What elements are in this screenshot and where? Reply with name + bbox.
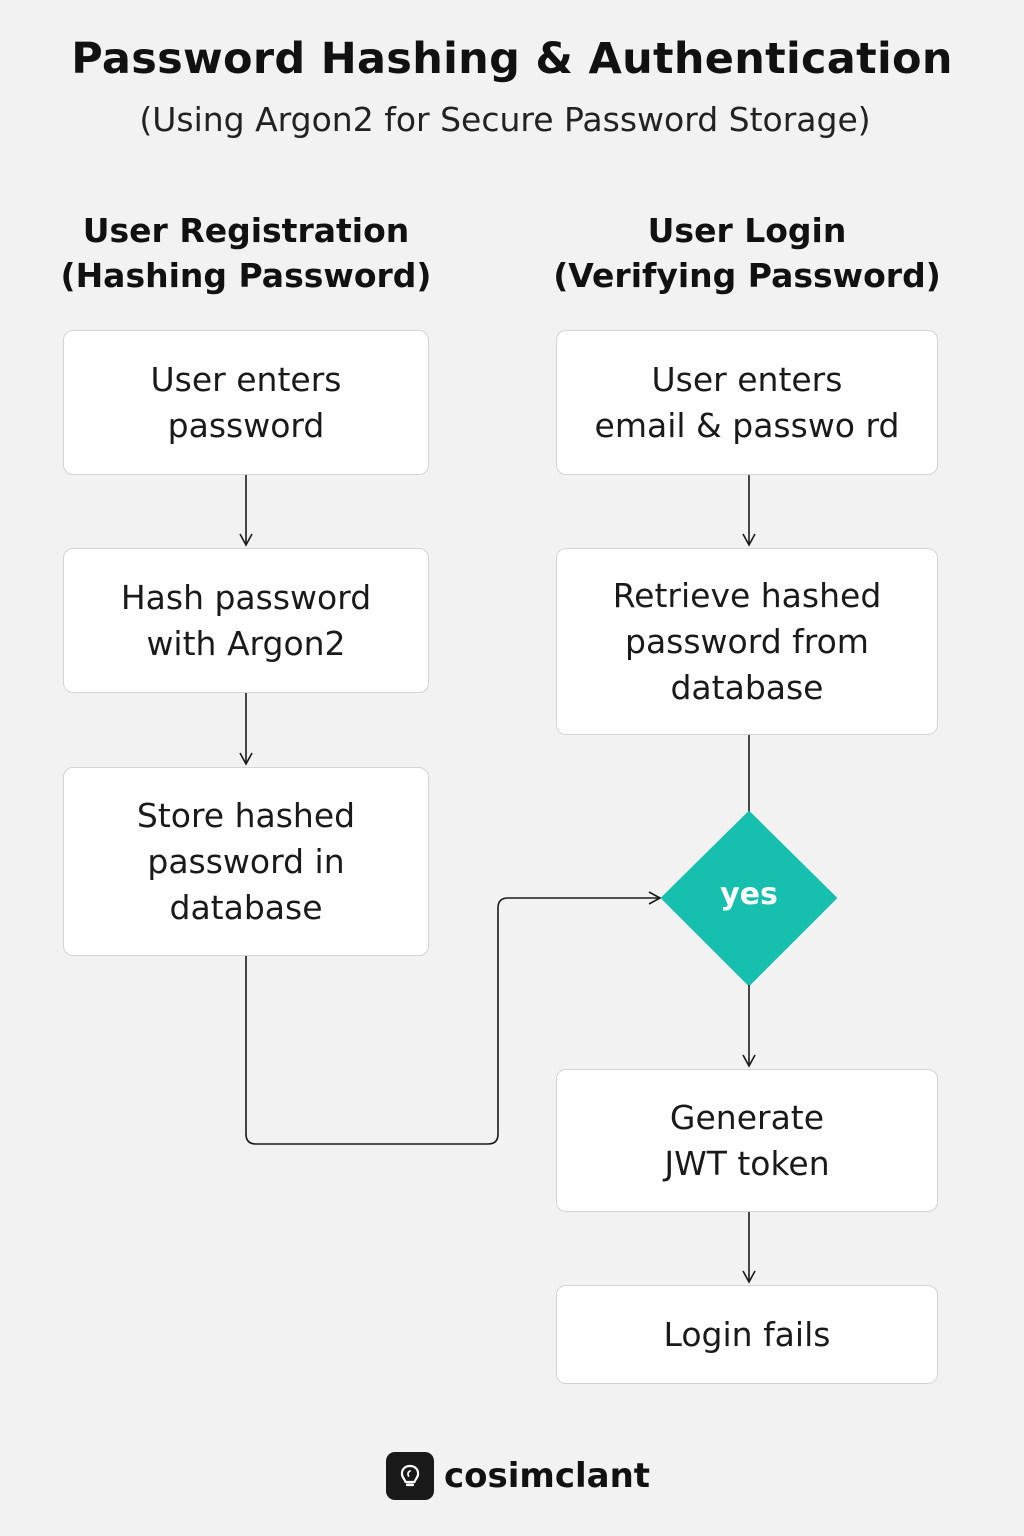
step-text: Hash password with Argon2 [120, 577, 372, 663]
step-user-enters-email-password: User enters email & passwo rd [556, 330, 938, 475]
step-text: Login fails [663, 1314, 831, 1354]
brand-footer: cosimclant [386, 1452, 650, 1500]
step-text: Retrieve hashed password from database [612, 575, 882, 707]
step-hash-password: Hash password with Argon2 [63, 548, 429, 693]
step-text: User enters email & passwo rd [594, 359, 900, 445]
step-store-hash: Store hashed password in database [63, 767, 429, 956]
brand-name: cosimclant [444, 1456, 651, 1496]
step-text: Generate JWT token [664, 1097, 830, 1183]
decision-label: yes [720, 877, 778, 912]
step-login-fails: Login fails [556, 1285, 938, 1384]
step-generate-jwt: Generate JWT token [556, 1069, 938, 1212]
step-retrieve-hash: Retrieve hashed password from database [556, 548, 938, 735]
lightbulb-icon [386, 1452, 434, 1500]
step-text: Store hashed password in database [136, 795, 356, 927]
step-text: User enters password [150, 359, 342, 445]
step-user-enters-password: User enters password [63, 330, 429, 475]
